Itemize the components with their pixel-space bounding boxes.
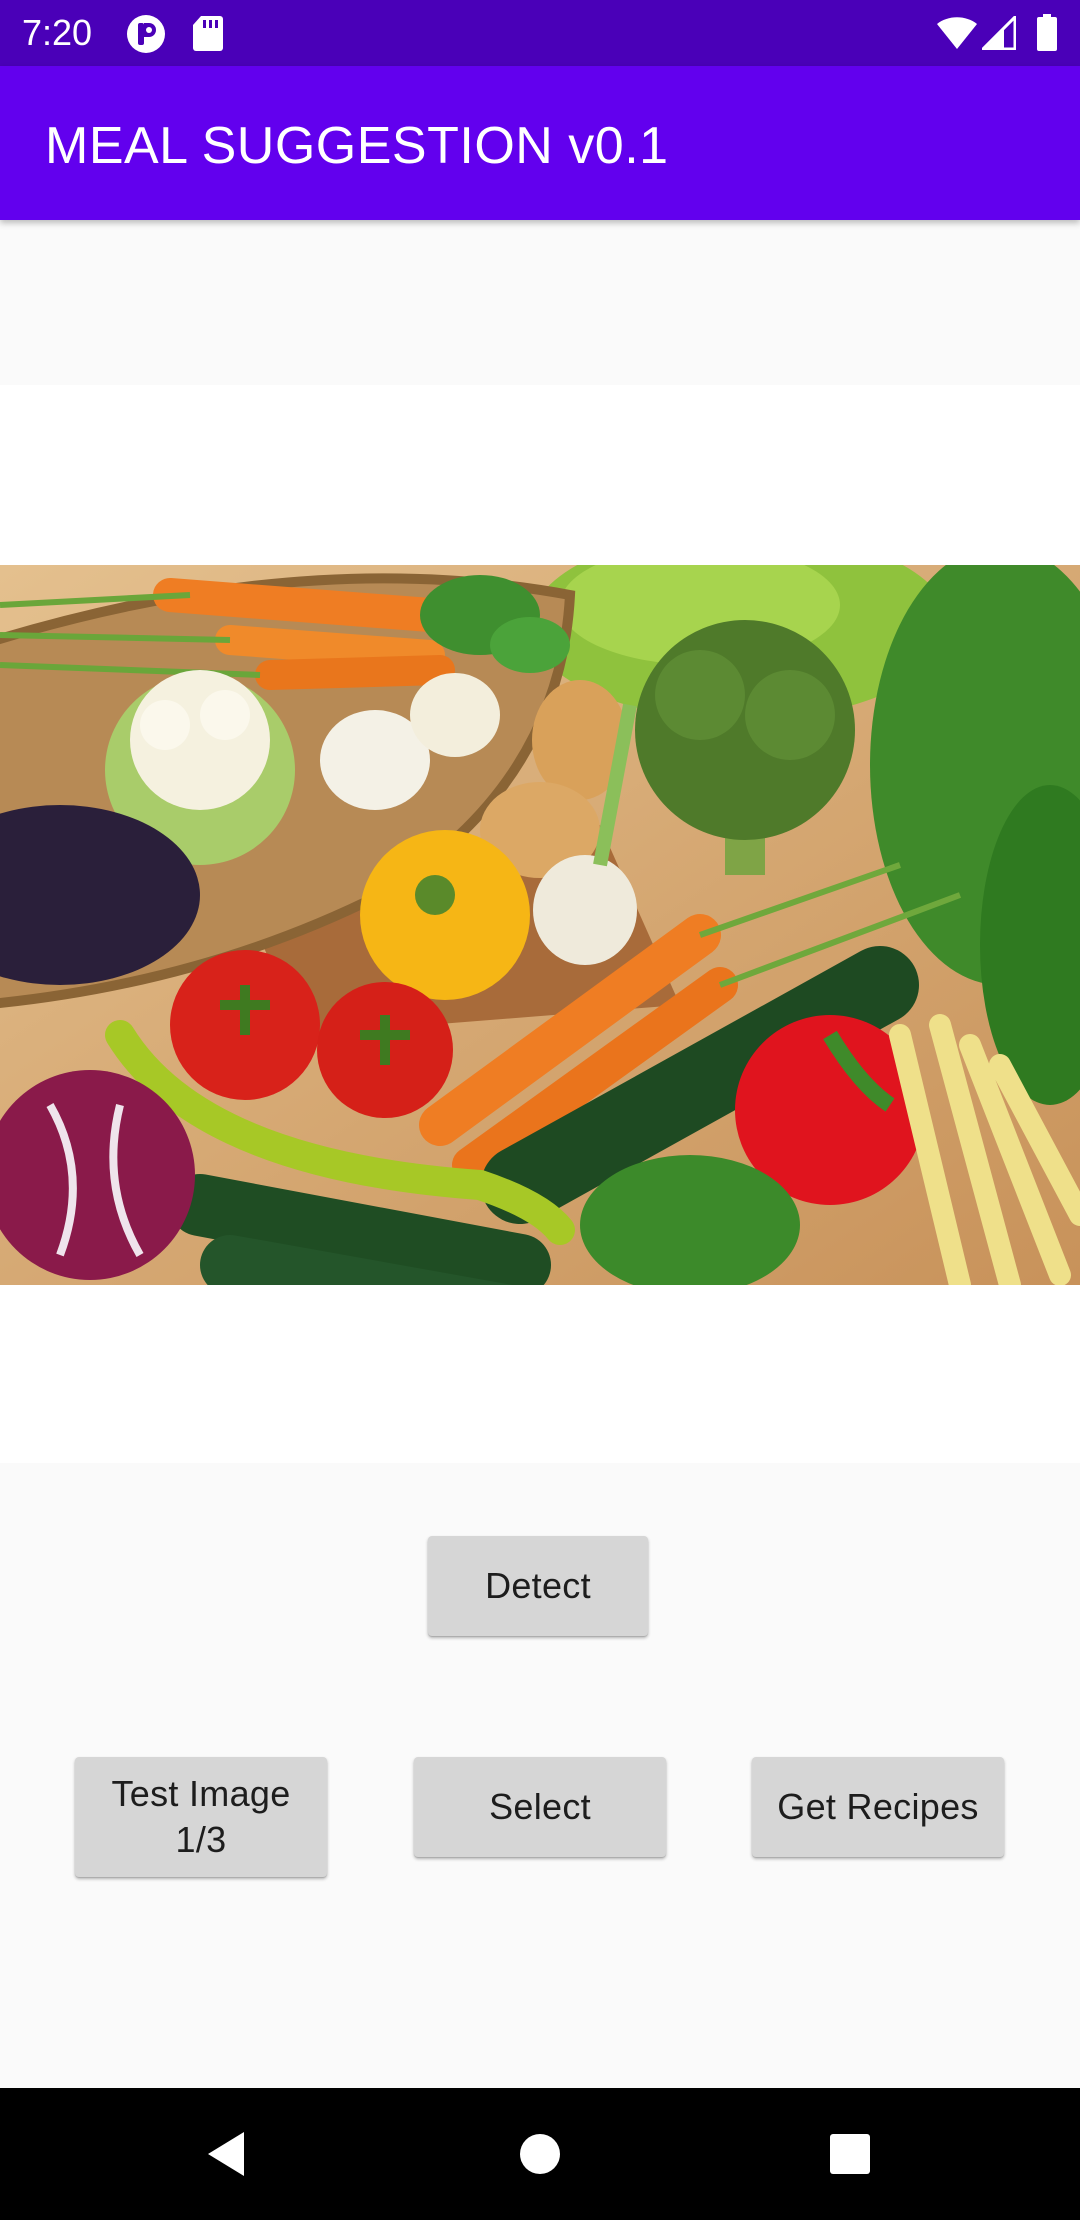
recents-icon[interactable] xyxy=(820,2124,880,2184)
nav-bar xyxy=(0,2088,1080,2220)
detect-button-label: Detect xyxy=(485,1565,591,1606)
get-recipes-button-label: Get Recipes xyxy=(777,1786,979,1827)
vegetables-photo xyxy=(0,565,1080,1285)
test-image-button[interactable]: Test Image 1/3 xyxy=(75,1757,327,1877)
back-icon[interactable] xyxy=(198,2124,258,2184)
test-image-button-label: Test Image 1/3 xyxy=(111,1773,291,1860)
select-button[interactable]: Select xyxy=(414,1757,666,1857)
p-badge-icon xyxy=(127,15,165,53)
status-bar: 7:20 xyxy=(0,0,1080,66)
cell-signal-icon xyxy=(982,16,1016,50)
detect-button[interactable]: Detect xyxy=(428,1536,648,1636)
get-recipes-button[interactable]: Get Recipes xyxy=(752,1757,1004,1857)
app-title: MEAL SUGGESTION v0.1 xyxy=(45,117,669,175)
wifi-icon xyxy=(937,17,977,49)
select-button-label: Select xyxy=(489,1786,591,1827)
sd-card-icon xyxy=(193,16,223,51)
image-frame xyxy=(0,385,1080,1463)
app-bar: MEAL SUGGESTION v0.1 xyxy=(0,66,1080,220)
status-time: 7:20 xyxy=(22,12,93,53)
home-icon[interactable] xyxy=(510,2124,570,2184)
battery-icon xyxy=(1037,14,1057,51)
